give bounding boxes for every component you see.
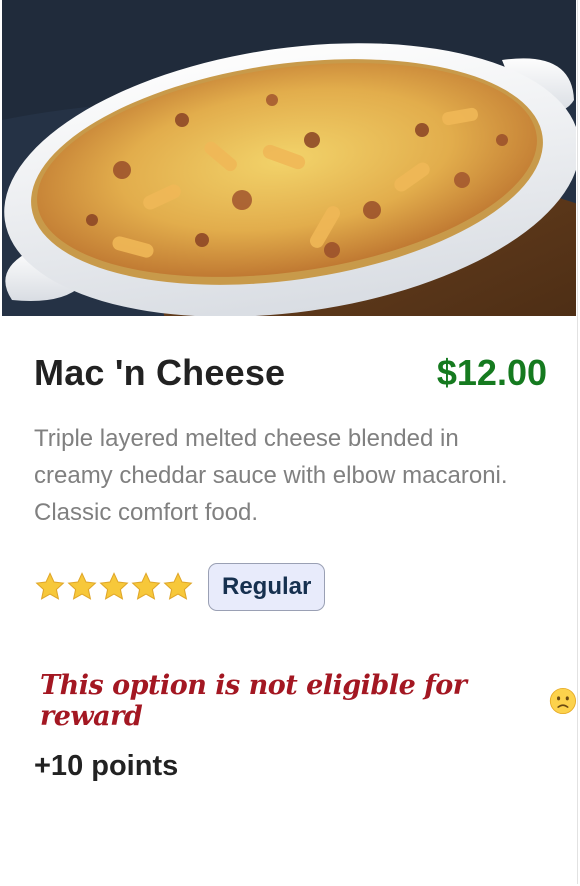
meta-row: Regular xyxy=(34,562,326,612)
size-badge[interactable]: Regular xyxy=(208,563,326,611)
title-row: Mac 'n Cheese $12.00 xyxy=(34,352,547,396)
sad-face-icon xyxy=(550,687,577,715)
food-photo xyxy=(2,0,576,316)
rating-stars xyxy=(34,571,194,603)
reward-notice-text: This option is not eligible for reward xyxy=(40,670,467,732)
mac-and-cheese-image xyxy=(2,0,576,316)
star-icon xyxy=(35,572,65,600)
item-price: $12.00 xyxy=(436,352,547,393)
item-description: Triple layered melted cheese blended in … xyxy=(34,425,508,526)
star-icon xyxy=(99,572,129,600)
star-icon xyxy=(131,572,161,600)
star-icon xyxy=(163,572,193,600)
reward-points: +10 points xyxy=(34,750,179,782)
reward-notice: This option is not eligible for reward xyxy=(40,670,577,732)
menu-item-card[interactable]: Mac 'n Cheese $12.00 Triple layered melt… xyxy=(2,0,578,884)
item-name: Mac 'n Cheese xyxy=(34,352,286,393)
star-icon xyxy=(67,572,97,600)
